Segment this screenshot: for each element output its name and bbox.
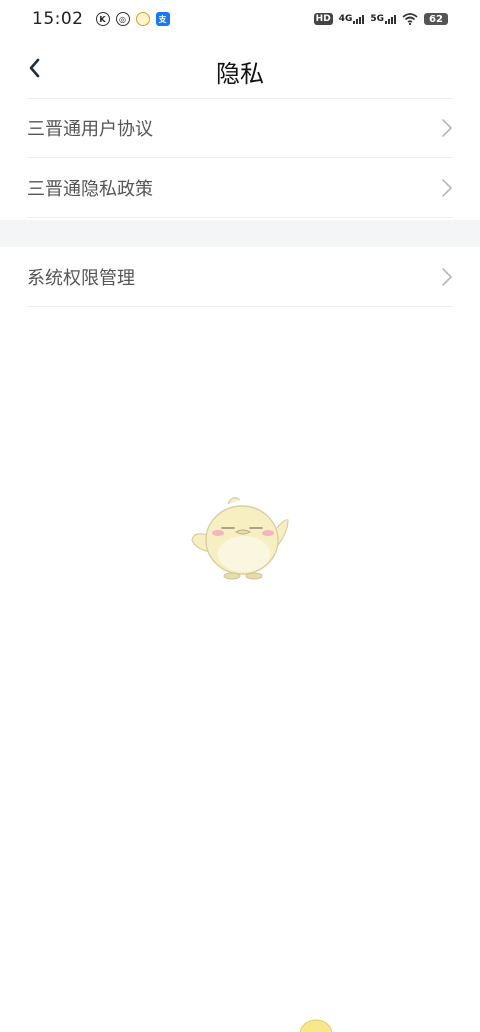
menu-item-user-agreement[interactable]: 三晋通用户协议 bbox=[27, 98, 453, 158]
sim2-network-label: 5G bbox=[370, 13, 384, 24]
chevron-right-icon bbox=[442, 267, 452, 286]
status-bar: 15:02 K ◎ 支 HD 4G 5G 62 bbox=[0, 0, 480, 38]
battery-icon: 62 bbox=[424, 13, 448, 25]
wifi-icon bbox=[402, 13, 418, 25]
weibo-app-icon bbox=[135, 12, 150, 26]
sim2-signal-icon: 5G bbox=[370, 13, 396, 24]
alipay-app-icon: 支 bbox=[155, 12, 170, 26]
menu-group-permissions: 系统权限管理 bbox=[0, 247, 480, 307]
kuaishou-app-icon: K bbox=[95, 12, 110, 26]
page-title: 隐私 bbox=[216, 60, 264, 88]
menu-item-label: 三晋通隐私政策 bbox=[27, 178, 153, 200]
camera-app-icon: ◎ bbox=[115, 12, 130, 26]
menu-item-privacy-policy[interactable]: 三晋通隐私政策 bbox=[27, 158, 453, 218]
menu-group-agreements: 三晋通用户协议 三晋通隐私政策 bbox=[0, 98, 480, 218]
section-divider bbox=[0, 220, 480, 247]
menu-item-system-permissions[interactable]: 系统权限管理 bbox=[27, 247, 453, 307]
sim1-network-label: 4G bbox=[338, 13, 353, 24]
menu-item-label: 系统权限管理 bbox=[27, 267, 135, 289]
hd-voice-icon: HD bbox=[313, 13, 333, 25]
menu-item-label: 三晋通用户协议 bbox=[27, 119, 153, 140]
chevron-right-icon bbox=[442, 178, 452, 197]
status-left: 15:02 K ◎ 支 bbox=[32, 9, 170, 29]
chick-mascot-illustration bbox=[191, 497, 289, 580]
status-right: HD 4G 5G 62 bbox=[313, 13, 448, 25]
sim1-signal-icon: 4G bbox=[338, 13, 365, 24]
nav-bar: 隐私 bbox=[0, 40, 480, 96]
status-time: 15:02 bbox=[32, 9, 84, 29]
chevron-right-icon bbox=[442, 119, 452, 137]
